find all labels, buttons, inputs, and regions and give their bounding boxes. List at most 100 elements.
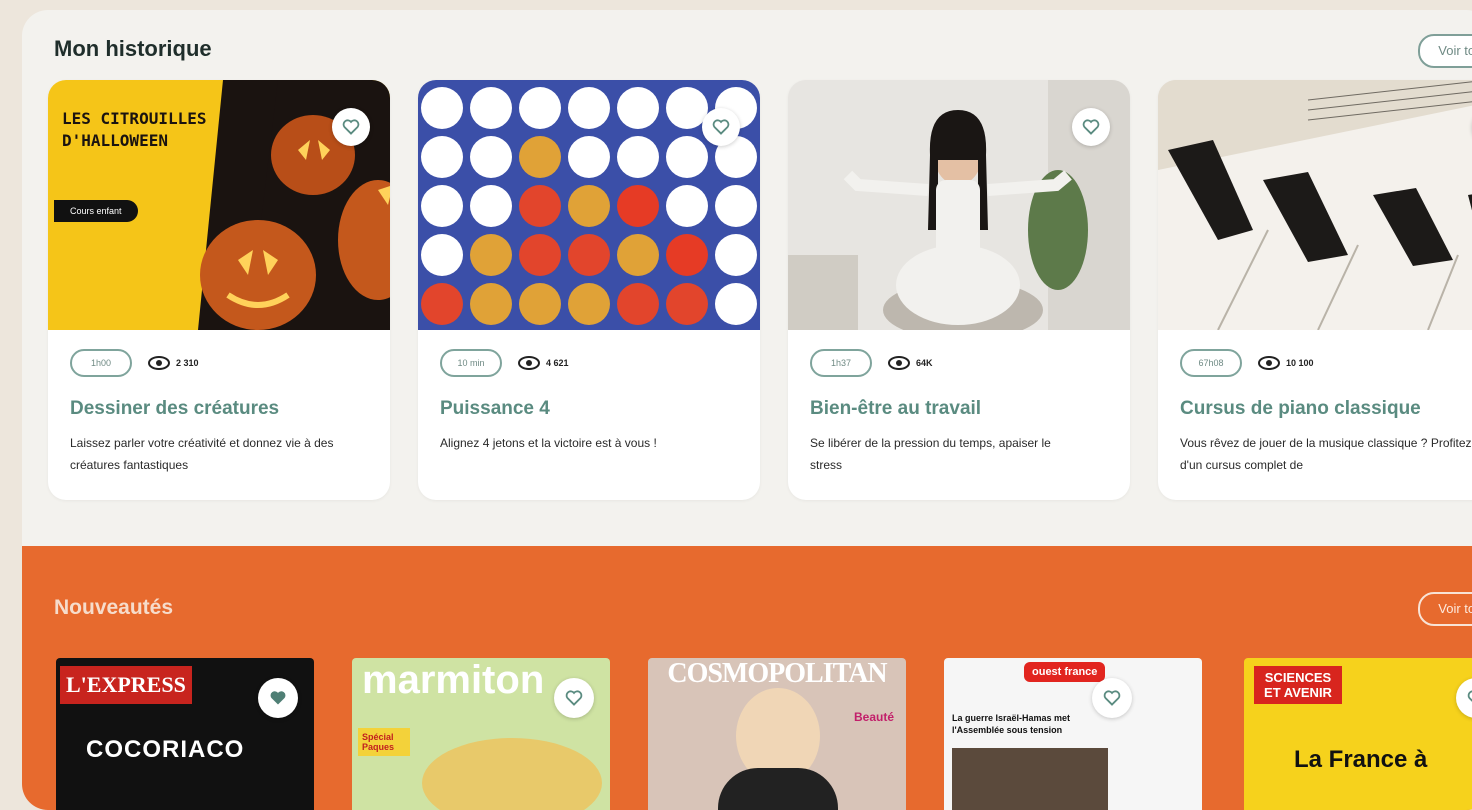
- board-disc: [715, 234, 757, 276]
- history-card[interactable]: 10 min 4 621 Puissance 4 Alignez 4 jeton…: [418, 80, 760, 500]
- card-meta: 1h00 2 310: [70, 349, 199, 377]
- history-card[interactable]: 1h37 64K Bien-être au travail Se libérer…: [788, 80, 1130, 500]
- board-disc: [421, 234, 463, 276]
- duration-tag: 1h00: [70, 349, 132, 377]
- magazine-brand: SCIENCES ET AVENIR: [1254, 666, 1342, 704]
- news-title: Nouveautés: [54, 596, 174, 619]
- card-meta: 67h08 10 100: [1180, 349, 1314, 377]
- views-value: 4 621: [546, 358, 569, 368]
- duration-tag: 10 min: [440, 349, 502, 377]
- favorite-button[interactable]: [1072, 108, 1110, 146]
- heart-icon: [342, 119, 360, 135]
- board-disc: [715, 283, 757, 325]
- magazine-cover[interactable]: COSMOPOLITAN Beauté: [648, 658, 906, 810]
- card-title[interactable]: Puissance 4: [440, 398, 550, 420]
- views-count: 10 100: [1258, 356, 1314, 370]
- card-title[interactable]: Dessiner des créatures: [70, 398, 279, 420]
- board-disc: [617, 185, 659, 227]
- board-disc: [470, 185, 512, 227]
- favorite-button[interactable]: [332, 108, 370, 146]
- card-description: Laissez parler votre créativité et donne…: [70, 436, 334, 472]
- magazine-cover[interactable]: marmiton Spécial Paques: [352, 658, 610, 810]
- magazine-headline: La France à: [1294, 746, 1428, 773]
- magazine-headline: Beauté: [853, 710, 894, 724]
- heart-icon: [1082, 119, 1100, 135]
- card-title[interactable]: Cursus de piano classique: [1180, 398, 1421, 420]
- board-disc: [617, 87, 659, 129]
- board-disc: [519, 283, 561, 325]
- favorite-button[interactable]: [702, 108, 740, 146]
- card-meta: 10 min 4 621: [440, 349, 569, 377]
- magazine-cover[interactable]: SCIENCES ET AVENIR La France à: [1244, 658, 1472, 810]
- magazine-cover[interactable]: L'EXPRESS COCORIACO: [56, 658, 314, 810]
- magazine-brand: COSMOPOLITAN: [667, 658, 887, 689]
- eye-icon: [148, 356, 170, 370]
- card-description: Se libérer de la pression du temps, apai…: [810, 436, 1051, 472]
- news-photo: [952, 748, 1108, 810]
- card-title[interactable]: Bien-être au travail: [810, 398, 981, 420]
- board-disc: [568, 234, 610, 276]
- magazine-cover[interactable]: ouest france La guerre Israël-Hamas met …: [944, 658, 1202, 810]
- board-disc: [568, 283, 610, 325]
- history-card[interactable]: 67h08 10 100 Cursus de piano classique V…: [1158, 80, 1472, 500]
- board-disc: [666, 234, 708, 276]
- board-disc: [715, 185, 757, 227]
- magazine-headline: Spécial Paques: [358, 728, 410, 756]
- eye-icon: [888, 356, 910, 370]
- favorite-button[interactable]: [258, 678, 298, 718]
- views-value: 64K: [916, 358, 933, 368]
- duration-tag: 1h37: [810, 349, 872, 377]
- board-disc: [421, 136, 463, 178]
- history-card[interactable]: Les citrouilles d'Halloween Cours enfant…: [48, 80, 390, 500]
- favorite-button[interactable]: [1456, 678, 1472, 718]
- history-header: Mon historique Voir tout: [54, 26, 1472, 68]
- duration-tag: 67h08: [1180, 349, 1242, 377]
- heart-icon: [712, 119, 730, 135]
- food-image: [422, 738, 602, 810]
- board-disc: [519, 136, 561, 178]
- board-disc: [421, 185, 463, 227]
- board-disc: [568, 87, 610, 129]
- board-disc: [519, 234, 561, 276]
- main-panel: Mon historique Voir tout: [22, 10, 1472, 810]
- board-disc: [421, 87, 463, 129]
- card-meta: 1h37 64K: [810, 349, 933, 377]
- board-disc: [470, 283, 512, 325]
- views-count: 4 621: [518, 356, 569, 370]
- magazine-headline: La guerre Israël-Hamas met l'Assemblée s…: [952, 713, 1071, 735]
- news-see-all-button[interactable]: Voir tout: [1418, 592, 1472, 626]
- thumb-title-text: Les citrouilles d'Halloween: [62, 109, 207, 150]
- board-disc: [617, 234, 659, 276]
- board-disc: [519, 185, 561, 227]
- board-disc: [666, 283, 708, 325]
- board-disc: [568, 136, 610, 178]
- board-disc: [519, 87, 561, 129]
- views-count: 64K: [888, 356, 933, 370]
- magazine-brand: ouest france: [1024, 662, 1106, 682]
- card-description: Alignez 4 jetons et la victoire est à vo…: [440, 436, 657, 450]
- news-section: Nouveautés Voir tout L'EXPRESS COCORIACO…: [22, 546, 1472, 810]
- views-count: 2 310: [148, 356, 199, 370]
- board-disc: [666, 136, 708, 178]
- board-disc: [470, 234, 512, 276]
- board-disc: [666, 185, 708, 227]
- favorite-button[interactable]: [1092, 678, 1132, 718]
- eye-icon: [518, 356, 540, 370]
- views-value: 2 310: [176, 358, 199, 368]
- heart-icon: [565, 690, 583, 706]
- magazine-brand: L'EXPRESS: [60, 666, 192, 704]
- board-disc: [617, 283, 659, 325]
- heart-filled-icon: [270, 691, 286, 705]
- history-see-all-button[interactable]: Voir tout: [1418, 34, 1472, 68]
- board-disc: [617, 136, 659, 178]
- heart-icon: [1467, 690, 1472, 702]
- thumb-badge: Cours enfant: [54, 200, 138, 222]
- favorite-button[interactable]: [554, 678, 594, 718]
- board-disc: [421, 283, 463, 325]
- heart-icon: [1103, 690, 1121, 706]
- magazine-headline: COCORIACO: [86, 736, 245, 763]
- history-title: Mon historique: [54, 36, 212, 61]
- card-thumbnail: [1158, 80, 1472, 330]
- board-disc: [470, 87, 512, 129]
- eye-icon: [1258, 356, 1280, 370]
